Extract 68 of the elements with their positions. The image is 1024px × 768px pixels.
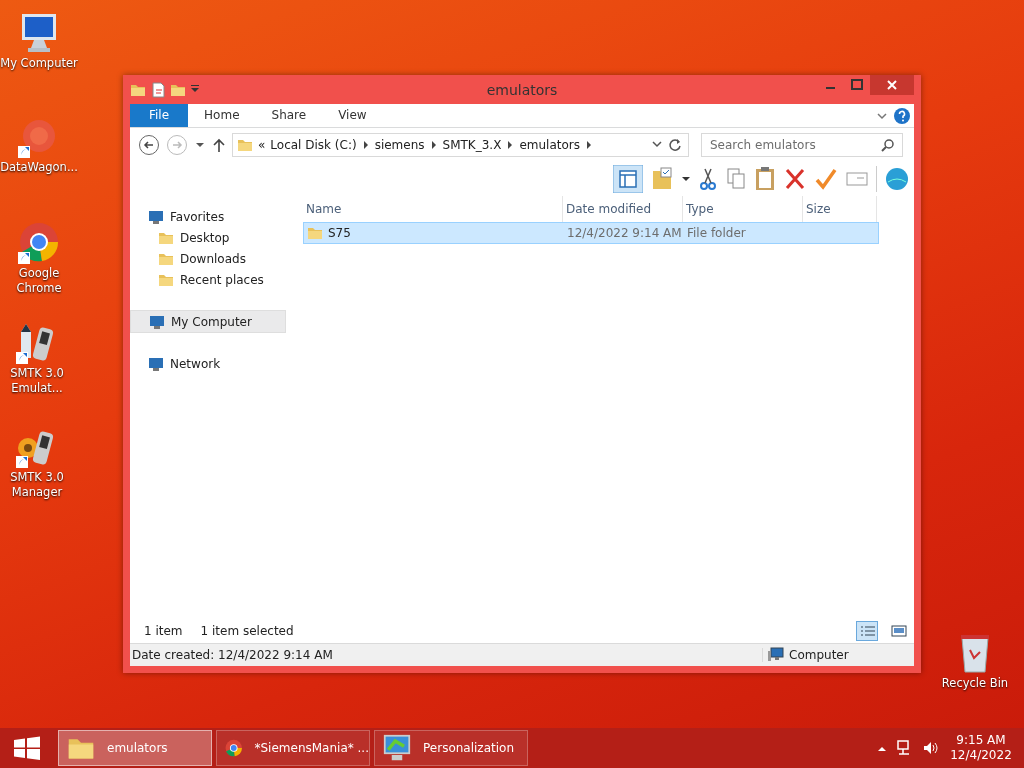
chevron-right-icon[interactable]: [361, 140, 370, 150]
search-field[interactable]: Search emulators: [701, 133, 903, 157]
overflow-chevron[interactable]: «: [258, 138, 266, 152]
item-count: 1 item: [144, 624, 183, 638]
expand-ribbon-icon[interactable]: [876, 110, 888, 121]
nav-item[interactable]: Desktop: [130, 227, 286, 248]
breadcrumb[interactable]: Local Disk (C:): [270, 138, 357, 152]
breadcrumb[interactable]: siemens: [374, 138, 425, 152]
computer-icon: [768, 647, 784, 663]
nav-label: Network: [170, 356, 221, 371]
chevron-right-icon[interactable]: [585, 140, 593, 150]
ribbon-tab[interactable]: Home: [188, 104, 256, 127]
help-icon[interactable]: [894, 107, 910, 124]
location-icon: [149, 313, 165, 330]
nav-item[interactable]: Network: [130, 353, 286, 374]
nav-label: Desktop: [180, 230, 230, 245]
folder-icon: [307, 225, 323, 241]
nav-item[interactable]: My Computer: [130, 310, 286, 333]
recent-locations-caret-icon[interactable]: [194, 140, 206, 150]
properties-icon[interactable]: [150, 81, 166, 98]
monitor-icon: [383, 734, 411, 762]
type-cell-text: File folder: [686, 226, 747, 240]
back-button[interactable]: [138, 134, 160, 156]
folder-icon: [237, 137, 253, 153]
dropdown-caret-icon[interactable]: [651, 140, 663, 150]
taskbar-button[interactable]: emulators: [58, 730, 212, 766]
clock[interactable]: 9:15 AM 12/4/2022: [946, 733, 1016, 763]
nav-item[interactable]: Downloads: [130, 248, 286, 269]
speaker-icon[interactable]: [922, 740, 940, 756]
nav-item[interactable]: Recent places: [130, 269, 286, 290]
breadcrumb[interactable]: SMTK_3.X: [442, 138, 502, 152]
file-row[interactable]: S75 12/4/2022 9:14 AM File folder: [303, 222, 879, 244]
chevron-right-icon[interactable]: [506, 140, 515, 150]
location-icon: [148, 208, 164, 225]
window-title: emulators: [485, 81, 559, 98]
taskbar-button[interactable]: *SiemensMania* ...: [216, 730, 370, 766]
close-button[interactable]: [870, 75, 914, 95]
picture-icon: [889, 622, 909, 640]
selection-count: 1 item selected: [200, 624, 294, 638]
date-cell-text: 12/4/2022 9:14 AM: [566, 226, 683, 240]
chevron-right-icon[interactable]: [429, 140, 438, 150]
nav-label: Favorites: [170, 209, 225, 224]
breadcrumb[interactable]: emulators: [519, 138, 580, 152]
nav-label: Recent places: [180, 272, 264, 287]
taskbar-button[interactable]: Personalization: [374, 730, 528, 766]
refresh-icon[interactable]: [668, 138, 682, 152]
ribbon-tab[interactable]: View: [322, 104, 383, 127]
desktop-shortcut[interactable]: My Computer: [0, 10, 79, 71]
location-icon: [148, 355, 164, 372]
desktop-shortcut[interactable]: Google Chrome: [0, 220, 79, 296]
search-icon: [881, 138, 895, 152]
up-arrow-icon[interactable]: [212, 137, 226, 153]
nav-label: Downloads: [180, 251, 246, 266]
clipboard-icon[interactable]: [754, 165, 776, 193]
preview-pane-button[interactable]: [613, 165, 643, 193]
desktop-shortcut[interactable]: Recycle Bin: [935, 630, 1015, 691]
nav-item[interactable]: Favorites: [130, 206, 286, 227]
file-name: S75: [328, 226, 351, 240]
status-details: Date created: 12/4/2022 9:14 AM: [130, 648, 763, 662]
globe-icon[interactable]: [884, 165, 910, 193]
desktop-shortcut[interactable]: SMTK 3.0 Emulat...: [0, 320, 75, 396]
nav-label: My Computer: [171, 314, 252, 329]
status-location: Computer: [789, 648, 849, 662]
address-bar[interactable]: « Local Disk (C:) siemens SMTK_3.X emulators: [232, 133, 689, 157]
desktop-shortcut[interactable]: DataWagon...: [0, 114, 79, 175]
ribbon-tab[interactable]: Share: [255, 104, 323, 127]
ribbon-tab[interactable]: File: [130, 104, 189, 127]
desktop-shortcut[interactable]: SMTK 3.0 Manager: [0, 424, 75, 500]
